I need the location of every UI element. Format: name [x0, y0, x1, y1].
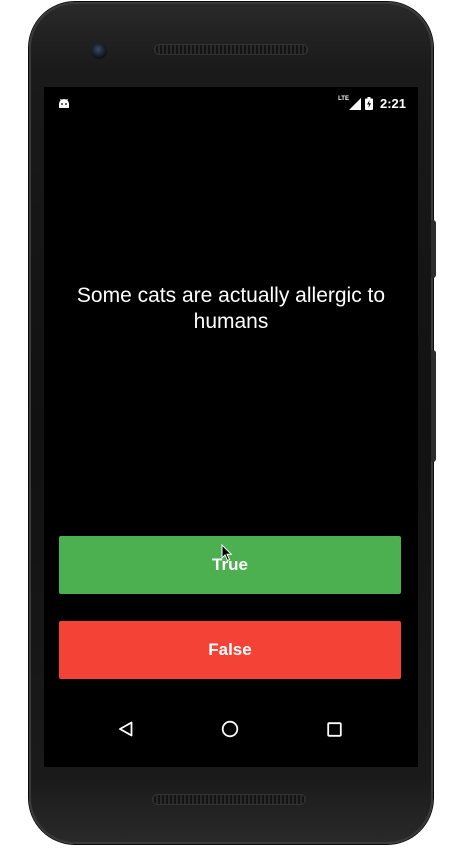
home-circle-icon[interactable]	[218, 717, 242, 741]
volume-button[interactable]	[431, 350, 436, 462]
false-button[interactable]: False	[59, 621, 401, 679]
network-type-label: LTE	[338, 95, 349, 102]
recents-square-icon[interactable]	[322, 717, 346, 741]
earpiece-speaker	[154, 44, 308, 55]
status-bar: LTE 2:21	[44, 87, 418, 121]
battery-charging-icon	[364, 97, 373, 110]
mouse-cursor-icon	[221, 544, 233, 562]
status-icons: LTE 2:21	[338, 95, 406, 112]
question-text: Some cats are actually allergic to human…	[76, 284, 386, 333]
back-triangle-icon[interactable]	[114, 717, 138, 741]
status-clock: 2:21	[379, 96, 406, 111]
navigation-bar	[44, 704, 418, 754]
bottom-speaker	[152, 794, 306, 805]
front-camera	[91, 43, 107, 59]
android-debug-icon	[59, 98, 69, 108]
phone-screen: LTE 2:21 Some cats are actually allergic…	[44, 87, 418, 767]
signal-icon	[348, 97, 361, 110]
power-button[interactable]	[431, 220, 436, 278]
